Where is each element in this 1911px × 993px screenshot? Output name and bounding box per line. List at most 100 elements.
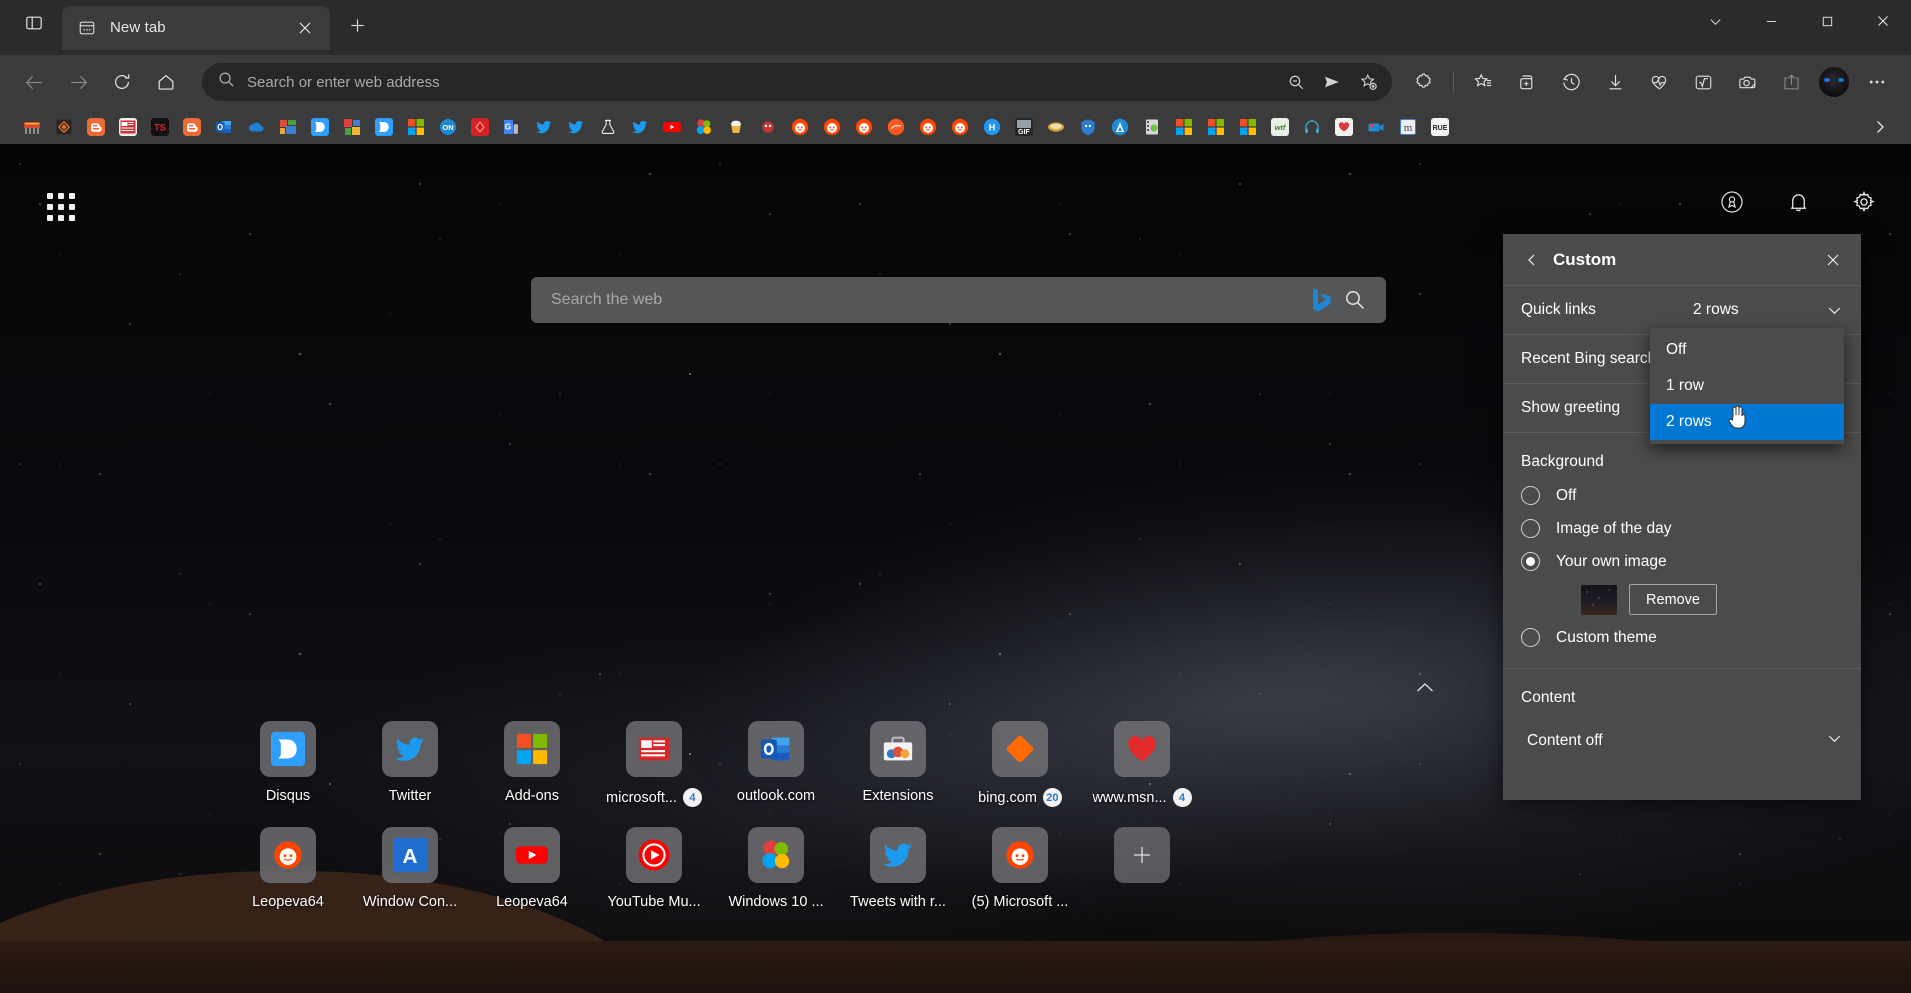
close-icon[interactable] bbox=[1819, 246, 1847, 274]
youtube-icon[interactable] bbox=[504, 827, 560, 883]
orangecircle-bookmark[interactable] bbox=[880, 113, 912, 141]
ms3-bookmark[interactable] bbox=[1232, 113, 1264, 141]
google-bookmark[interactable]: G bbox=[496, 113, 528, 141]
share-icon[interactable] bbox=[1771, 62, 1811, 102]
quick-link-tile[interactable]: Twitter bbox=[349, 715, 471, 807]
redsquare-bookmark[interactable] bbox=[464, 113, 496, 141]
address-bar[interactable]: Search or enter web address bbox=[202, 63, 1392, 101]
blogger2-bookmark[interactable] bbox=[176, 113, 208, 141]
quick-link-tile[interactable]: Extensions bbox=[837, 715, 959, 807]
bell-icon[interactable] bbox=[1781, 185, 1815, 219]
twitter1-bookmark[interactable] bbox=[528, 113, 560, 141]
reddit4-bookmark[interactable] bbox=[912, 113, 944, 141]
reddit-icon[interactable] bbox=[992, 827, 1048, 883]
add-quick-link-tile[interactable] bbox=[1081, 821, 1203, 910]
ts-bookmark[interactable]: TS bbox=[144, 113, 176, 141]
blue-a-icon[interactable]: A bbox=[382, 827, 438, 883]
content-select[interactable]: Content off bbox=[1503, 715, 1861, 767]
refresh-button[interactable] bbox=[102, 62, 142, 102]
background-option-off[interactable]: Off bbox=[1503, 479, 1861, 512]
background-option-image-of-the-day[interactable]: Image of the day bbox=[1503, 512, 1861, 545]
rue-bookmark[interactable]: RUE bbox=[1424, 113, 1456, 141]
quick-links-select[interactable]: 2 rows bbox=[1693, 301, 1843, 319]
ghost-bookmark[interactable] bbox=[752, 113, 784, 141]
winballs-bookmark[interactable] bbox=[688, 113, 720, 141]
zoom-out-icon[interactable] bbox=[1278, 66, 1314, 98]
twitter3-bookmark[interactable] bbox=[624, 113, 656, 141]
quick-link-tile[interactable]: YouTube Mu... bbox=[593, 821, 715, 910]
home-button[interactable] bbox=[146, 62, 186, 102]
remove-button[interactable]: Remove bbox=[1629, 584, 1717, 615]
twitter-icon[interactable] bbox=[870, 827, 926, 883]
quick-link-tile[interactable]: Disqus bbox=[227, 715, 349, 807]
disqus-bookmark[interactable] bbox=[304, 113, 336, 141]
youtube-bookmark[interactable] bbox=[656, 113, 688, 141]
close-icon[interactable] bbox=[292, 15, 318, 41]
add-favorite-icon[interactable] bbox=[1350, 66, 1386, 98]
profile-avatar[interactable] bbox=[1819, 67, 1849, 97]
mbox-bookmark[interactable]: m bbox=[1392, 113, 1424, 141]
web-search-box[interactable]: Search the web bbox=[531, 277, 1386, 323]
chevron-left-icon[interactable] bbox=[1517, 245, 1547, 275]
msn-heart-icon[interactable] bbox=[1114, 721, 1170, 777]
downloads-icon[interactable] bbox=[1595, 62, 1635, 102]
dropdown-option-2-rows[interactable]: 2 rows bbox=[1650, 404, 1844, 440]
camcorder-bookmark[interactable] bbox=[1360, 113, 1392, 141]
background-option-your-own-image[interactable]: Your own image bbox=[1503, 545, 1861, 578]
history-icon[interactable] bbox=[1551, 62, 1591, 102]
quick-link-tile[interactable]: outlook.com bbox=[715, 715, 837, 807]
back-button[interactable] bbox=[14, 62, 54, 102]
chevron-down-icon[interactable] bbox=[1687, 0, 1743, 42]
ms2-bookmark[interactable] bbox=[1200, 113, 1232, 141]
bing-icon[interactable] bbox=[992, 721, 1048, 777]
film-bookmark[interactable] bbox=[1136, 113, 1168, 141]
on-bookmark[interactable]: ON bbox=[432, 113, 464, 141]
quick-link-tile[interactable]: Leopeva64 bbox=[227, 821, 349, 910]
send-icon[interactable] bbox=[1314, 66, 1350, 98]
quick-link-tile[interactable]: Leopeva64 bbox=[471, 821, 593, 910]
browser-tab[interactable]: New tab bbox=[62, 6, 330, 50]
background-option-custom-theme[interactable]: Custom theme bbox=[1503, 621, 1861, 654]
radio-button[interactable] bbox=[1521, 628, 1540, 647]
outlook-icon[interactable] bbox=[748, 721, 804, 777]
atlas-bookmark[interactable] bbox=[1104, 113, 1136, 141]
plus-icon[interactable] bbox=[1114, 827, 1170, 883]
windows-balls-icon[interactable] bbox=[748, 827, 804, 883]
outlook-bookmark[interactable] bbox=[208, 113, 240, 141]
quick-link-tile[interactable]: A Window Con... bbox=[349, 821, 471, 910]
extensions-icon[interactable] bbox=[1404, 62, 1444, 102]
address-input[interactable]: Search or enter web address bbox=[247, 74, 1278, 91]
twitter2-bookmark[interactable] bbox=[560, 113, 592, 141]
quick-link-tile[interactable]: Tweets with r... bbox=[837, 821, 959, 910]
reddit-icon[interactable] bbox=[260, 827, 316, 883]
toolbox-bookmark[interactable] bbox=[16, 113, 48, 141]
screenshot-icon[interactable] bbox=[1727, 62, 1767, 102]
performance-icon[interactable] bbox=[1639, 62, 1679, 102]
quick-link-tile[interactable]: www.msn... 4 bbox=[1081, 715, 1203, 807]
microsoft-bookmark[interactable] bbox=[400, 113, 432, 141]
new-tab-button[interactable] bbox=[340, 8, 374, 42]
youtube-music-icon[interactable] bbox=[626, 827, 682, 883]
radio-button[interactable] bbox=[1521, 519, 1540, 538]
gif-bookmark[interactable]: GIF bbox=[1008, 113, 1040, 141]
microsoft-grid-icon[interactable] bbox=[504, 721, 560, 777]
settings-and-more-icon[interactable] bbox=[1857, 62, 1897, 102]
wtf-bookmark[interactable]: wtf bbox=[1264, 113, 1296, 141]
web-search-input[interactable]: Search the web bbox=[551, 291, 1304, 309]
hcircle-bookmark[interactable]: H bbox=[976, 113, 1008, 141]
reddit3-bookmark[interactable] bbox=[848, 113, 880, 141]
shield-bookmark[interactable] bbox=[1072, 113, 1104, 141]
flask-bookmark[interactable] bbox=[592, 113, 624, 141]
tab-search-icon[interactable] bbox=[14, 5, 54, 41]
disqus2-bookmark[interactable] bbox=[368, 113, 400, 141]
colorblocks-bookmark[interactable] bbox=[336, 113, 368, 141]
dropdown-option-1-row[interactable]: 1 row bbox=[1650, 368, 1844, 404]
collections-icon[interactable] bbox=[1507, 62, 1547, 102]
maximize-button[interactable] bbox=[1799, 0, 1855, 42]
headphone-bookmark[interactable] bbox=[1296, 113, 1328, 141]
app-grid-icon[interactable] bbox=[44, 190, 78, 224]
chevron-up-icon[interactable] bbox=[1408, 675, 1442, 701]
minimize-button[interactable] bbox=[1743, 0, 1799, 42]
dropdown-option-off[interactable]: Off bbox=[1650, 332, 1844, 368]
quick-link-tile[interactable]: Add-ons bbox=[471, 715, 593, 807]
